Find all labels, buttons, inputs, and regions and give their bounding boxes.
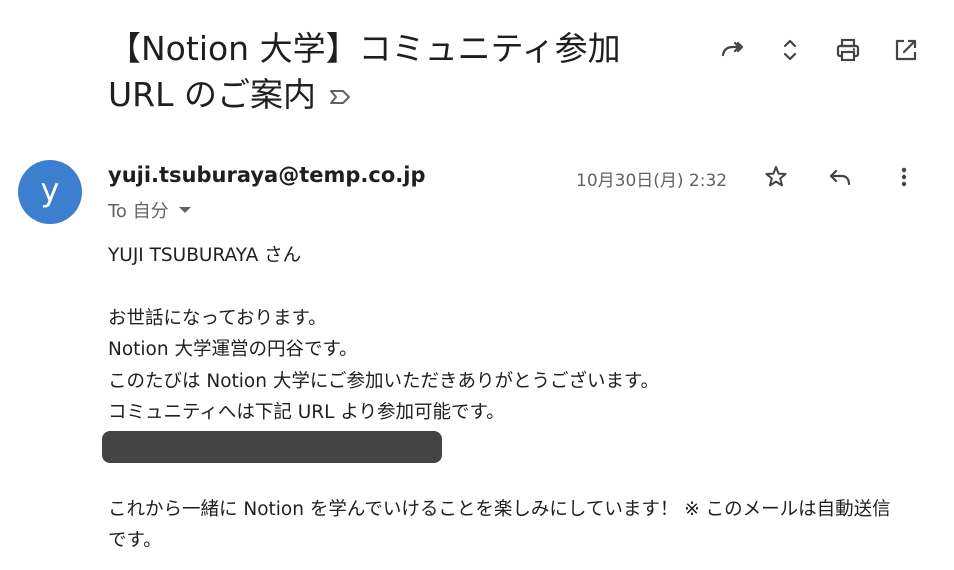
label-icon[interactable] <box>328 87 354 107</box>
star-icon[interactable] <box>758 159 794 195</box>
caret-down-icon <box>178 207 191 213</box>
reply-icon[interactable] <box>822 159 858 195</box>
open-new-window-icon[interactable] <box>888 32 924 68</box>
more-vert-icon[interactable] <box>886 159 922 195</box>
subject-text: 【Notion 大学】コミュニティ参加 URL のご案内 <box>108 29 621 114</box>
email-view: 【Notion 大学】コミュニティ参加 URL のご案内 y yuji.tsub… <box>0 0 954 570</box>
redacted-url <box>102 430 442 463</box>
body-line: コミュニティへは下記 URL より参加可能です。 <box>108 402 505 423</box>
email-datetime: 10月30日(月) 2:32 <box>576 171 728 191</box>
recipient-text: To 自分 <box>108 201 169 222</box>
body-line: このたびは Notion 大学にご参加いただきありがとうございます。 <box>108 370 660 392</box>
forward-all-icon[interactable] <box>714 32 750 68</box>
email-body: YUJI TSUBURAYA さん お世話になっております。 Notion 大学… <box>102 240 908 557</box>
expand-icon[interactable] <box>772 32 808 68</box>
print-icon[interactable] <box>830 32 866 68</box>
thread-actions <box>714 32 924 68</box>
body-line: Notion 大学運営の円谷です。 <box>108 339 358 360</box>
body-line: お世話になっております。 <box>108 307 327 329</box>
body-greeting: YUJI TSUBURAYA さん <box>108 245 302 266</box>
avatar[interactable]: y <box>18 160 82 224</box>
recipient-toggle[interactable]: To 自分 <box>108 197 191 223</box>
sender-address[interactable]: yuji.tsuburaya@temp.co.jp <box>108 163 425 187</box>
email-subject: 【Notion 大学】コミュニティ参加 URL のご案内 <box>108 26 668 118</box>
body-closing: これから一緒に Notion を学んでいけることを楽しみにしています！ ※ この… <box>108 498 891 552</box>
message-actions <box>758 159 922 195</box>
